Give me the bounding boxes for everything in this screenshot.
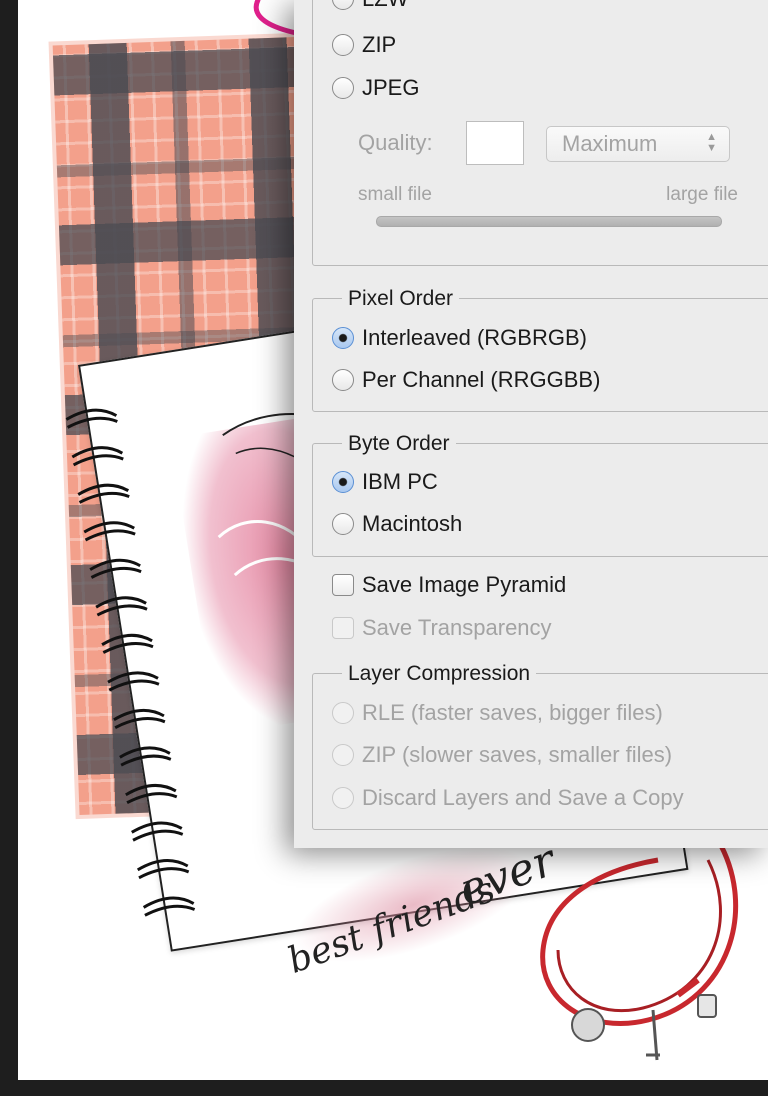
layer-compression-rle-radio[interactable]: RLE (faster saves, bigger files) [332,698,663,728]
radio-circle [332,471,354,493]
radio-circle [332,77,354,99]
pixel-order-interleaved-radio[interactable]: Interleaved (RGBRGB) [332,323,587,353]
quality-input[interactable] [466,121,524,165]
layer-compression-title: Layer Compression [342,662,537,686]
radio-label: JPEG [362,75,420,100]
quality-slider-track[interactable] [376,216,722,227]
radio-label: ZIP (slower saves, smaller files) [362,742,673,767]
save-image-pyramid-checkbox[interactable]: Save Image Pyramid [332,570,566,600]
pixel-order-per-channel-radio[interactable]: Per Channel (RRGGBB) [332,365,600,395]
radio-label: IBM PC [362,469,438,494]
radio-label: Macintosh [362,511,463,536]
radio-circle [332,327,354,349]
compression-jpeg-radio[interactable]: JPEG [332,73,419,103]
small-file-label: small file [358,184,432,205]
pixel-order-title: Pixel Order [342,287,460,311]
radio-circle [332,0,354,10]
compression-zip-radio[interactable]: ZIP [332,30,396,60]
checkbox-box [332,574,354,596]
radio-label: ZIP [362,32,397,57]
checkbox-label: Save Transparency [362,615,552,640]
radio-circle [332,513,354,535]
quality-preset-value: Maximum [562,131,658,156]
quality-label: Quality: [358,130,433,155]
radio-label: RLE (faster saves, bigger files) [362,700,663,725]
radio-circle [332,787,354,809]
radio-label: Discard Layers and Save a Copy [362,785,684,810]
radio-label: Per Channel (RRGGBB) [362,367,601,392]
radio-label: Interleaved (RGBRGB) [362,325,587,350]
byte-order-macintosh-radio[interactable]: Macintosh [332,509,462,539]
radio-circle [332,369,354,391]
window-bottom-edge [0,1080,768,1096]
radio-circle [332,744,354,766]
save-transparency-checkbox[interactable]: Save Transparency [332,613,552,643]
radio-circle [332,34,354,56]
radio-circle [332,702,354,724]
checkbox-label: Save Image Pyramid [362,572,567,597]
quality-preset-select[interactable]: Maximum ▲ ▼ [546,126,730,162]
checkbox-box [332,617,354,639]
red-bracelet-illustration [540,838,739,1061]
byte-order-title: Byte Order [342,432,456,456]
layer-compression-zip-radio[interactable]: ZIP (slower saves, smaller files) [332,740,672,770]
radio-label: LZW [362,0,408,12]
byte-order-group [312,443,768,557]
select-updown-icon: ▲ ▼ [706,131,717,154]
layer-compression-discard-radio[interactable]: Discard Layers and Save a Copy [332,783,684,813]
tiff-options-dialog: LZW ZIP JPEG Quality: Maximum ▲▼ small f… [294,0,768,848]
byte-order-ibm-pc-radio[interactable]: IBM PC [332,467,438,497]
compression-lzw-radio[interactable]: LZW [332,0,408,14]
large-file-label: large file [666,184,738,205]
